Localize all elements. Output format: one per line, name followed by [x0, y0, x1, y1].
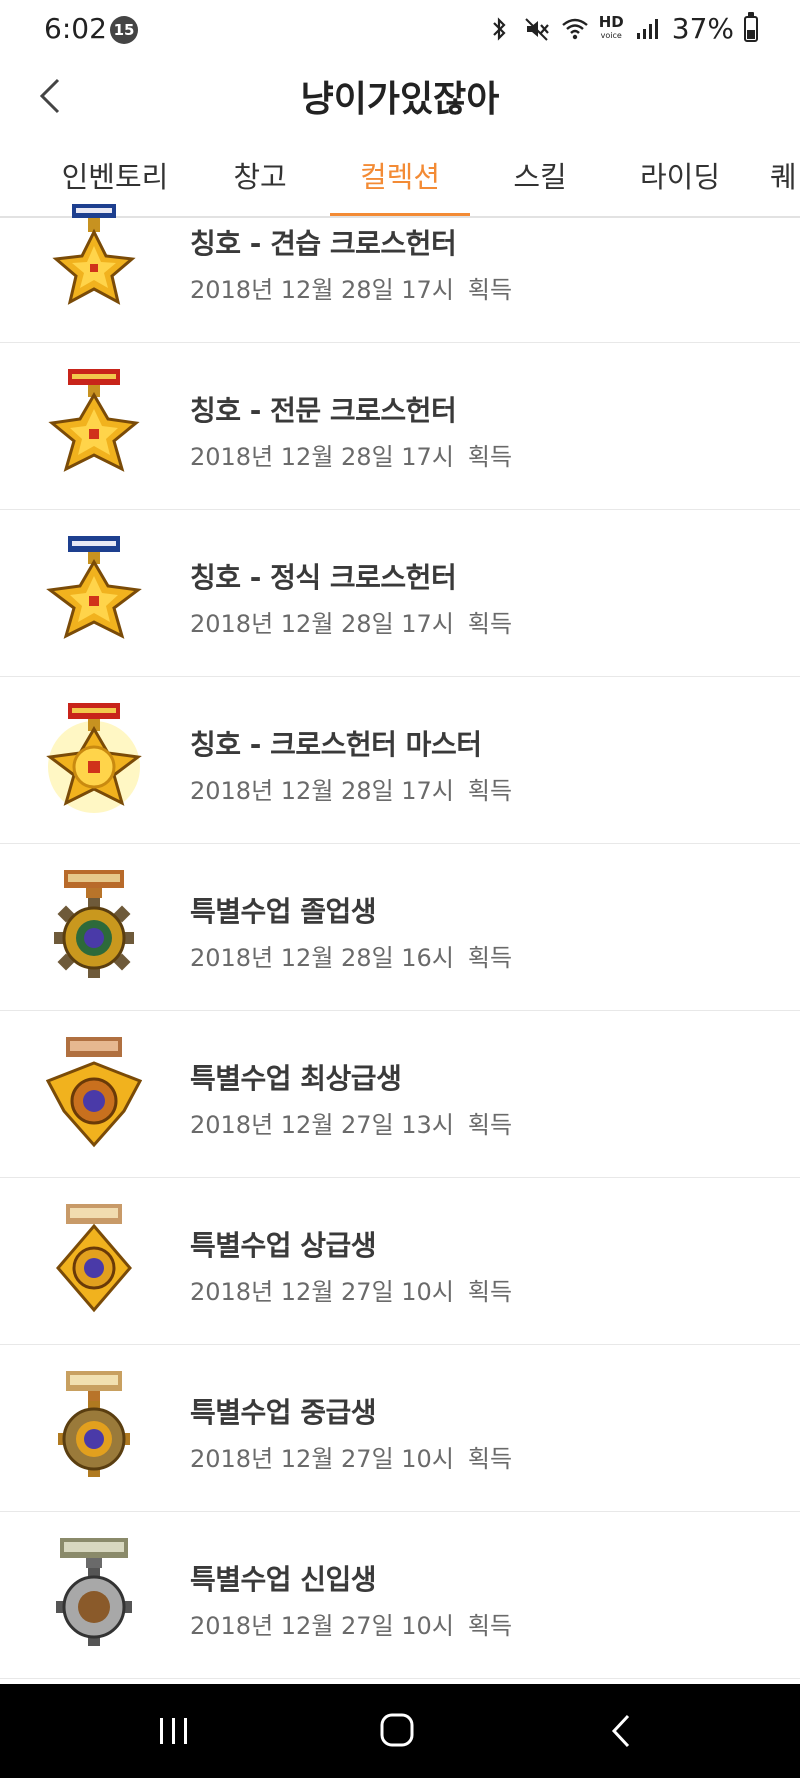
item-title: 특별수업 상급생 — [190, 1229, 377, 1262]
list-item[interactable]: 특별수업 최상급생 2018년 12월 27일 13시 획득 — [0, 1011, 800, 1178]
list-item[interactable]: 칭호 - 전문 크로스헌터 2018년 12월 28일 17시 획득 — [0, 343, 800, 510]
bronze-gear-medal-icon — [58, 1371, 130, 1477]
battery-icon — [744, 11, 758, 42]
wifi-icon — [561, 18, 588, 39]
gold-medal-icon — [56, 1204, 132, 1313]
item-date: 2018년 12월 28일 17시 획득 — [190, 443, 513, 471]
recent-apps-icon[interactable] — [144, 1704, 204, 1758]
item-date: 2018년 12월 27일 10시 획득 — [190, 1612, 513, 1640]
tab-quest[interactable]: 퀘 — [770, 142, 800, 216]
item-title: 특별수업 졸업생 — [190, 895, 377, 928]
item-text: 특별수업 졸업생 2018년 12월 28일 16시 획득 — [190, 890, 512, 973]
status-bar: 6:02 15 HD voice 37% — [0, 0, 800, 58]
item-text: 특별수업 상급생 2018년 12월 27일 10시 획득 — [190, 1224, 512, 1307]
item-text: 칭호 - 견습 크로스헌터 2018년 12월 28일 17시 획득 — [190, 222, 512, 305]
winged-medal-icon — [46, 1037, 142, 1148]
item-title: 칭호 - 전문 크로스헌터 — [190, 394, 457, 427]
item-title: 특별수업 중급생 — [190, 1396, 377, 1429]
item-date: 2018년 12월 27일 10시 획득 — [190, 1278, 513, 1306]
item-text: 칭호 - 정식 크로스헌터 2018년 12월 28일 17시 획득 — [190, 556, 512, 639]
signal-icon — [636, 18, 658, 39]
mute-icon — [525, 17, 549, 41]
list-item[interactable]: 칭호 - 크로스헌터 마스터 2018년 12월 28일 17시 획득 — [0, 677, 800, 844]
gear-medal-icon — [54, 870, 134, 978]
status-icons: HD voice 37% — [485, 11, 758, 45]
item-title: 칭호 - 견습 크로스헌터 — [190, 227, 457, 260]
item-text: 특별수업 신입생 2018년 12월 27일 10시 획득 — [190, 1558, 512, 1641]
system-nav-bar — [0, 1684, 800, 1778]
tab-storage[interactable]: 창고 — [200, 142, 320, 216]
list-item[interactable]: 칭호 - 정식 크로스헌터 2018년 12월 28일 17시 획득 — [0, 510, 800, 677]
item-title: 칭호 - 정식 크로스헌터 — [190, 561, 457, 594]
item-text: 특별수업 최상급생 2018년 12월 27일 13시 획득 — [190, 1057, 512, 1140]
battery-percent: 37% — [671, 12, 734, 45]
status-time: 6:02 — [44, 12, 107, 45]
list-item[interactable]: 특별수업 졸업생 2018년 12월 28일 16시 획득 — [0, 844, 800, 1011]
item-date: 2018년 12월 28일 16시 획득 — [190, 944, 513, 972]
item-title: 특별수업 최상급생 — [190, 1062, 402, 1095]
item-title: 칭호 - 크로스헌터 마스터 — [190, 728, 482, 761]
notification-count-badge: 15 — [110, 16, 138, 44]
star-medal-red-icon — [46, 703, 142, 813]
item-text: 칭호 - 전문 크로스헌터 2018년 12월 28일 17시 획득 — [190, 389, 512, 472]
item-text: 특별수업 중급생 2018년 12월 27일 10시 획득 — [190, 1391, 512, 1474]
list-item[interactable]: 특별수업 중급생 2018년 12월 27일 10시 획득 — [0, 1345, 800, 1512]
silver-medal-icon — [56, 1538, 132, 1646]
star-medal-blue-icon — [52, 204, 136, 305]
list-item[interactable]: 칭호 - 견습 크로스헌터 2018년 12월 28일 17시 획득 — [0, 204, 800, 343]
item-date: 2018년 12월 28일 17시 획득 — [190, 777, 513, 805]
collection-list: 칭호 - 견습 크로스헌터 2018년 12월 28일 17시 획득 칭호 - 전… — [0, 204, 800, 1679]
tab-collection[interactable]: 컬렉션 — [330, 142, 470, 216]
hd-voice-icon: HD voice — [598, 12, 624, 40]
item-date: 2018년 12월 27일 13시 획득 — [190, 1111, 513, 1139]
bluetooth-icon — [492, 16, 506, 41]
back-nav-icon[interactable] — [592, 1704, 652, 1758]
list-item[interactable]: 특별수업 상급생 2018년 12월 27일 10시 획득 — [0, 1178, 800, 1345]
star-medal-blue-icon — [46, 536, 142, 639]
item-text: 칭호 - 크로스헌터 마스터 2018년 12월 28일 17시 획득 — [190, 723, 512, 806]
item-title: 특별수업 신입생 — [190, 1563, 377, 1596]
item-date: 2018년 12월 27일 10시 획득 — [190, 1445, 513, 1473]
list-item[interactable]: 특별수업 신입생 2018년 12월 27일 10시 획득 — [0, 1512, 800, 1679]
tab-riding[interactable]: 라이딩 — [610, 142, 750, 216]
home-icon[interactable] — [367, 1704, 427, 1758]
item-date: 2018년 12월 28일 17시 획득 — [190, 610, 513, 638]
tab-skill[interactable]: 스킬 — [480, 142, 600, 216]
item-date: 2018년 12월 28일 17시 획득 — [190, 276, 513, 304]
page-title: 냥이가있잖아 — [300, 79, 500, 120]
star-medal-red-icon — [48, 369, 140, 472]
